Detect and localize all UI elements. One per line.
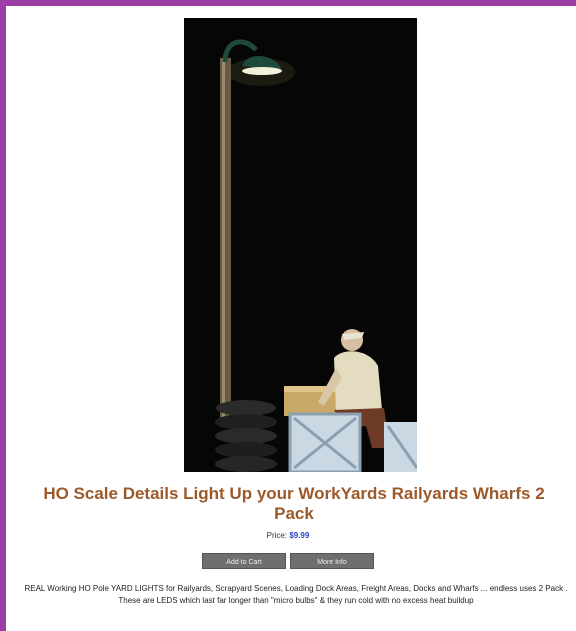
product-description: REAL Working HO Pole YARD LIGHTS for Rai…: [24, 584, 568, 605]
product-title-line2[interactable]: Pack: [14, 504, 574, 524]
add-to-cart-button[interactable]: Add to Cart: [202, 553, 286, 569]
price-value: $9.99: [289, 531, 310, 540]
action-buttons: Add to Cart More Info: [0, 553, 576, 569]
product-title-line1[interactable]: HO Scale Details Light Up your WorkYards…: [43, 484, 544, 503]
more-info-button[interactable]: More Info: [290, 553, 374, 569]
product-image[interactable]: [184, 18, 417, 472]
product-title[interactable]: HO Scale Details Light Up your WorkYards…: [14, 484, 574, 524]
price-row: Price: $9.99: [0, 531, 576, 540]
yard-light-photo: [184, 18, 417, 472]
price-label: Price:: [266, 531, 290, 540]
